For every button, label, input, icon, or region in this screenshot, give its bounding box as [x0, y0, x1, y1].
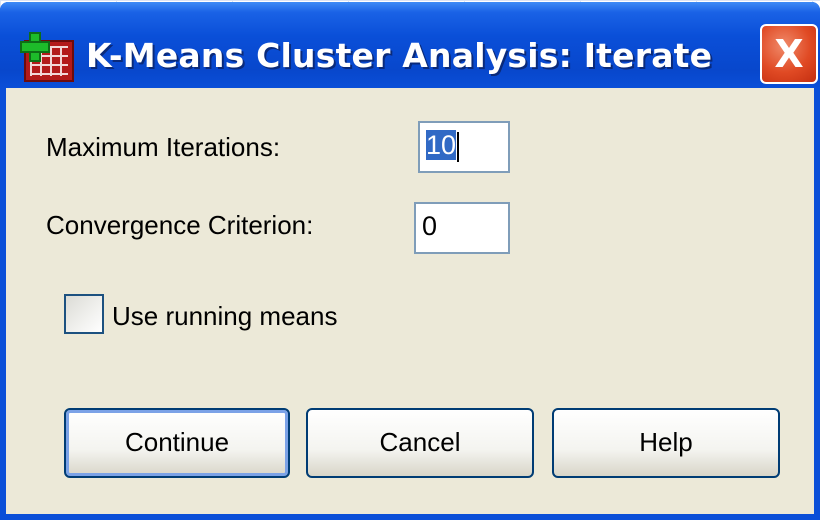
spss-table-plus-icon: [20, 32, 74, 82]
dialog-body: Maximum Iterations: 10 Convergence Crite…: [6, 88, 814, 514]
window-title: K-Means Cluster Analysis: Iterate: [86, 36, 713, 75]
cancel-button[interactable]: Cancel: [306, 408, 534, 478]
max-iterations-value: 10: [426, 130, 457, 160]
title-bar[interactable]: K-Means Cluster Analysis: Iterate X: [0, 2, 820, 88]
running-means-label[interactable]: Use running means: [112, 301, 337, 332]
continue-button[interactable]: Continue: [64, 408, 290, 478]
max-iterations-input[interactable]: 10: [418, 121, 510, 173]
close-button[interactable]: X: [760, 24, 818, 84]
running-means-checkbox[interactable]: [64, 294, 104, 334]
close-icon: X: [774, 32, 804, 76]
convergence-label: Convergence Criterion:: [46, 210, 314, 240]
convergence-input[interactable]: 0: [414, 202, 510, 254]
convergence-value: 0: [422, 211, 438, 241]
text-caret: [457, 131, 460, 162]
dialog-window: K-Means Cluster Analysis: Iterate X Maxi…: [0, 2, 820, 520]
max-iterations-label: Maximum Iterations:: [46, 132, 281, 162]
help-button[interactable]: Help: [552, 408, 780, 478]
